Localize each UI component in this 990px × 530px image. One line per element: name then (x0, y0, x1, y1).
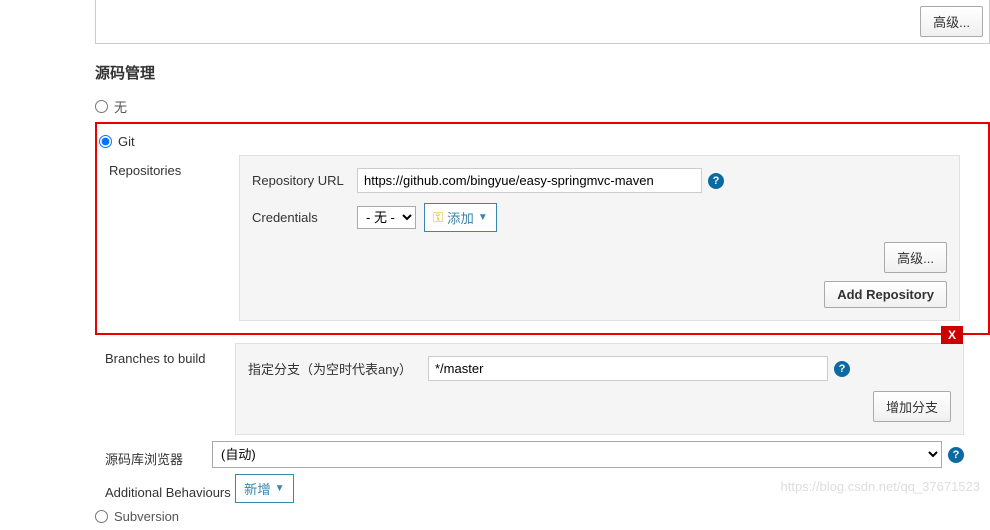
help-icon[interactable]: ? (708, 173, 724, 189)
scm-git-label: Git (118, 134, 135, 149)
add-credentials-button[interactable]: ⚿ 添加 ▼ (424, 203, 497, 232)
repo-url-input[interactable] (357, 168, 702, 193)
repo-url-label: Repository URL (252, 173, 357, 188)
repositories-panel: Repository URL ? Credentials - 无 - ⚿ 添加 … (239, 155, 960, 321)
browser-select[interactable]: (自动) (212, 441, 942, 468)
scm-none-label: 无 (114, 97, 127, 116)
scm-subversion-label: Subversion (114, 509, 179, 524)
chevron-down-icon: ▼ (275, 483, 285, 494)
delete-branch-button[interactable]: X (941, 326, 963, 344)
repositories-label: Repositories (99, 155, 239, 321)
scm-git-radio[interactable] (99, 135, 112, 148)
repo-advanced-button[interactable]: 高级... (884, 242, 947, 273)
browser-label: 源码库浏览器 (95, 441, 212, 468)
help-icon[interactable]: ? (834, 361, 850, 377)
add-repository-button[interactable]: Add Repository (824, 281, 947, 308)
chevron-down-icon: ▼ (478, 212, 488, 223)
section-title: 源码管理 (95, 62, 990, 83)
advanced-top-button[interactable]: 高级... (920, 6, 983, 37)
branch-spec-label: 指定分支（为空时代表any） (248, 359, 428, 378)
scm-none-radio[interactable] (95, 100, 108, 113)
branch-spec-input[interactable] (428, 356, 828, 381)
credentials-label: Credentials (252, 210, 357, 225)
git-highlight: Git Repositories ? Repository URL ? Cred… (95, 122, 990, 335)
add-behaviour-button[interactable]: 新增 ▼ (235, 474, 294, 503)
watermark: https://blog.csdn.net/qq_37671523 (781, 479, 981, 494)
scm-subversion-radio[interactable] (95, 510, 108, 523)
behaviours-label: Additional Behaviours (95, 477, 235, 500)
help-icon[interactable]: ? (948, 447, 964, 463)
credentials-select[interactable]: - 无 - (357, 206, 416, 229)
branches-panel: X 指定分支（为空时代表any） ? 增加分支 (235, 343, 964, 435)
branches-label: Branches to build (95, 343, 235, 435)
add-branch-button[interactable]: 增加分支 (873, 391, 951, 422)
key-icon: ⚿ (433, 210, 443, 226)
